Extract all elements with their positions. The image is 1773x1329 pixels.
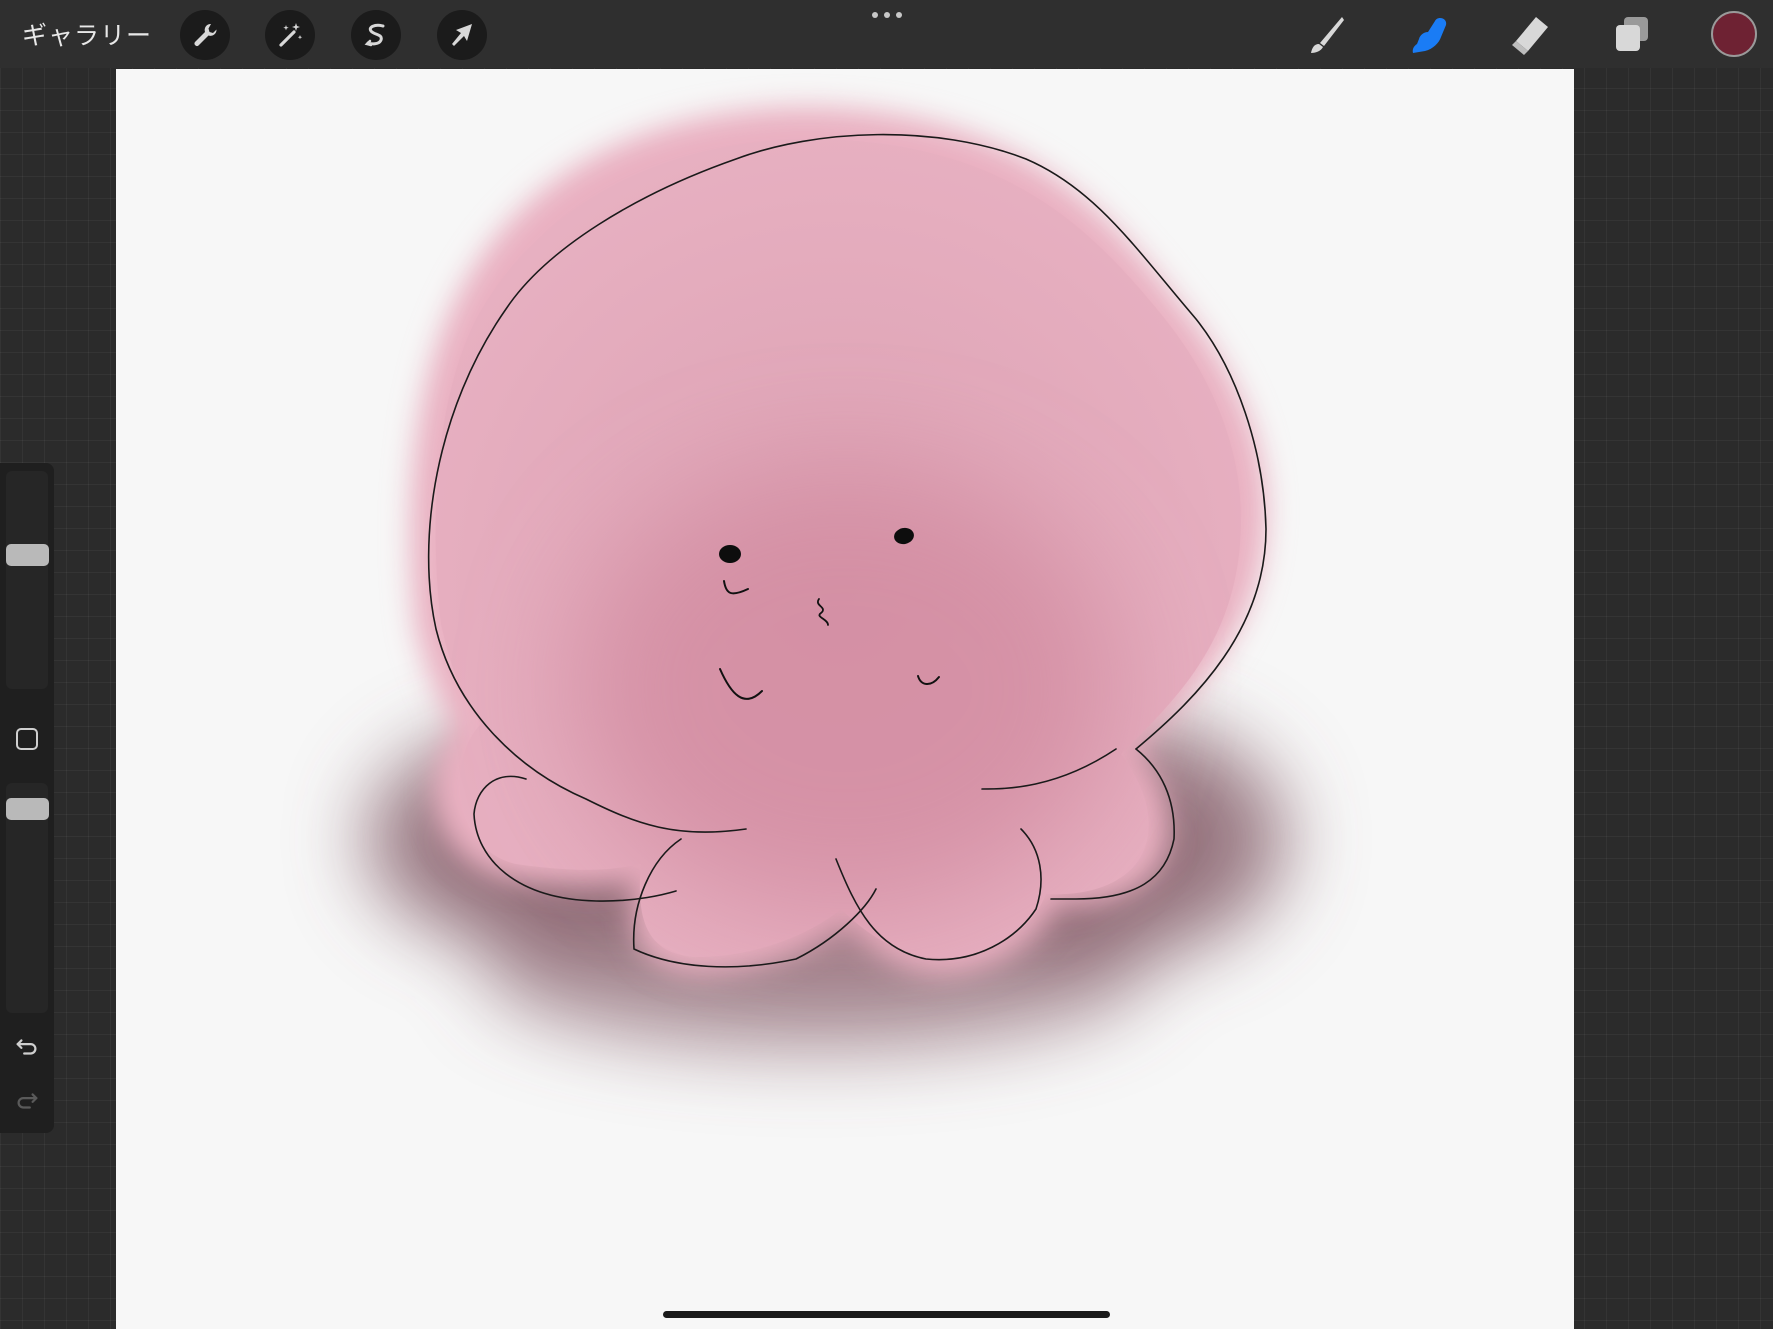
actions-button[interactable] <box>180 10 230 60</box>
undo-icon <box>16 1039 37 1055</box>
layers-icon <box>1616 17 1648 51</box>
layers-button[interactable] <box>1608 12 1656 58</box>
home-indicator[interactable] <box>663 1311 1110 1318</box>
brush-tool-button[interactable] <box>1302 12 1350 58</box>
opacity-slider-handle[interactable] <box>6 797 49 820</box>
brush-size-slider[interactable] <box>6 471 48 689</box>
left-sidebar <box>0 463 54 1133</box>
square-modify-icon[interactable] <box>16 728 38 750</box>
procreate-app: ギャラリー <box>0 0 1773 1329</box>
smudge-tool-button[interactable] <box>1405 12 1453 58</box>
redo-icon <box>17 1093 38 1109</box>
arrow-cursor-icon <box>452 24 472 46</box>
octopus-shading <box>576 469 1116 909</box>
eraser-icon <box>1512 17 1548 55</box>
selection-button[interactable] <box>351 10 401 60</box>
transform-button[interactable] <box>437 10 487 60</box>
color-swatch-button[interactable] <box>1711 11 1757 57</box>
wrench-icon <box>194 23 217 46</box>
gallery-button[interactable]: ギャラリー <box>22 16 152 52</box>
left-eye <box>719 545 741 563</box>
magic-wand-icon <box>279 23 303 47</box>
smudge-finger-icon <box>1412 18 1447 53</box>
undo-button[interactable] <box>12 1031 42 1061</box>
eraser-tool-button[interactable] <box>1506 12 1554 58</box>
brush-icon <box>1311 17 1344 53</box>
adjustments-button[interactable] <box>265 10 315 60</box>
more-dots-icon[interactable] <box>872 8 902 22</box>
drawing-canvas[interactable] <box>116 69 1574 1329</box>
redo-button[interactable] <box>12 1085 42 1115</box>
octopus-artwork <box>366 107 1286 1049</box>
selection-s-icon <box>364 23 385 47</box>
brush-size-slider-handle[interactable] <box>6 543 49 566</box>
top-toolbar: ギャラリー <box>0 0 1773 68</box>
